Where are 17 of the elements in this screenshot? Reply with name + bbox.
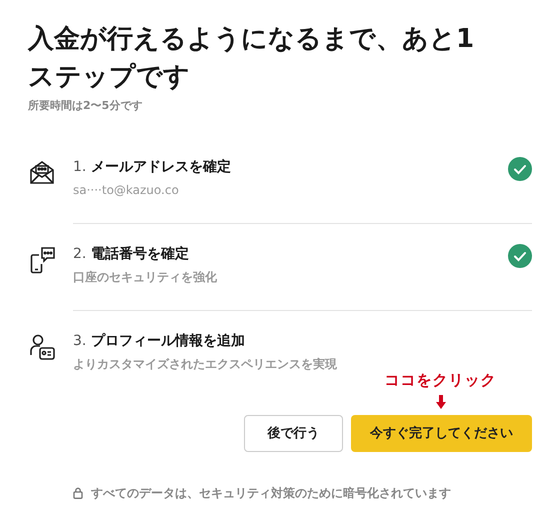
- profile-card-icon: [28, 332, 56, 360]
- phone-message-icon: [28, 246, 56, 274]
- lock-icon: [73, 487, 83, 499]
- step-title: 1. メールアドレスを確定: [73, 158, 232, 176]
- envelope-icon: [28, 158, 56, 186]
- step-detail: よりカスタマイズされたエクスペリエンスを実現: [73, 356, 338, 372]
- later-button[interactable]: 後で行う: [244, 415, 343, 452]
- footer-note: すべてのデータは、セキュリティ対策のために暗号化されています: [91, 485, 451, 502]
- step-title: 2. 電話番号を確定: [73, 244, 190, 264]
- annotation-text: ココをクリック: [384, 370, 496, 390]
- page-title: 入金が行えるようになるまで、あと1ステップです: [28, 23, 476, 94]
- complete-now-button[interactable]: 今すぐ完了してください: [351, 415, 532, 452]
- step-title: 3. プロフィール情報を追加: [73, 332, 246, 350]
- subtitle: 所要時間は2〜5分です: [28, 98, 144, 114]
- step-detail: 口座のセキュリティを強化: [73, 268, 218, 286]
- down-arrow-icon: [436, 395, 446, 409]
- step-detail: sa····to@kazuo.co: [73, 182, 180, 198]
